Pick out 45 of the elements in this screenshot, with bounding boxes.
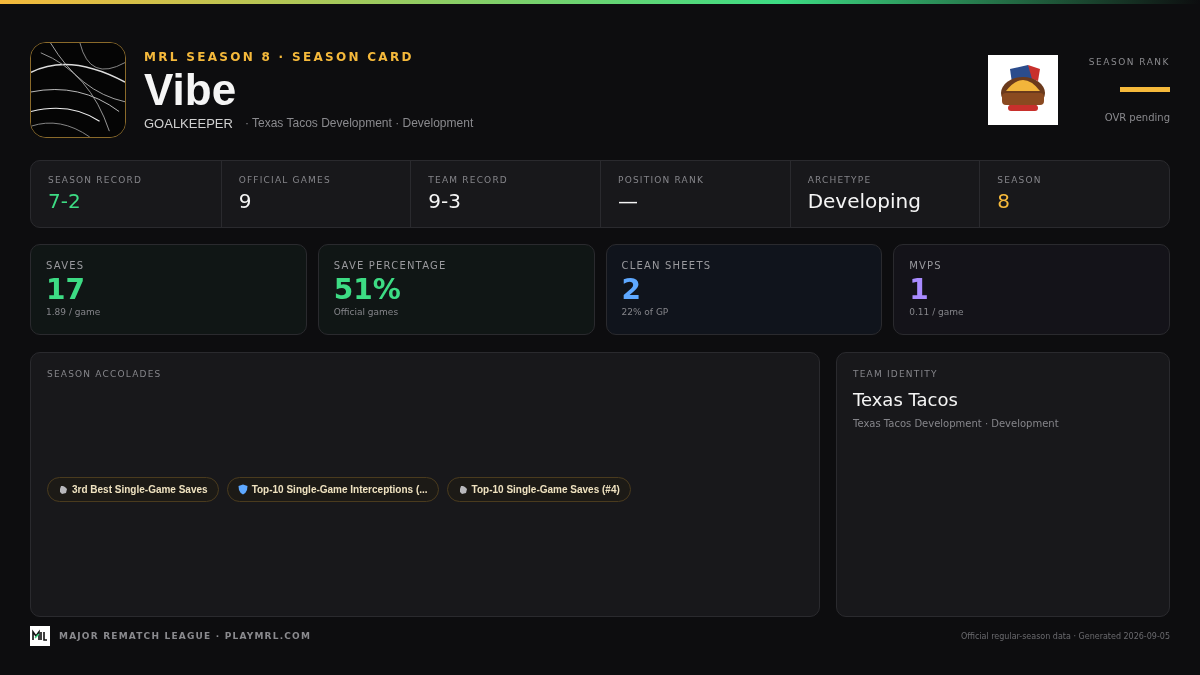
panel-title: SEASON ACCOLADES: [47, 369, 163, 379]
glove-icon: [457, 484, 468, 495]
summary-value: 8: [997, 189, 1012, 213]
summary-label: SEASON: [997, 175, 1043, 185]
summary-label: OFFICIAL GAMES: [238, 175, 332, 185]
team-subtitle: Texas Tacos Development · Development: [853, 418, 1060, 429]
shield-icon: [237, 484, 248, 495]
stat-label: SAVE PERCENTAGE: [333, 260, 448, 271]
season-card-eyebrow: MRL SEASON 8 · SEASON CARD: [144, 49, 415, 64]
stat-label: SAVES: [46, 260, 86, 271]
ovr-note: OVR pending: [1104, 112, 1170, 123]
accolade-label: Top-10 Single-Game Interceptions (...: [251, 484, 428, 495]
stat-note: 0.11 / game: [909, 307, 965, 317]
panel-title: TEAM IDENTITY: [853, 369, 939, 379]
team-line: · Texas Tacos Development · Development: [244, 115, 474, 131]
summary-label: TEAM RECORD: [428, 175, 509, 185]
stat-note: 1.89 / game: [46, 307, 102, 317]
stat-value: 51%: [333, 273, 402, 307]
team-name: Texas Tacos: [853, 389, 959, 410]
summary-value: 7-2: [48, 189, 82, 213]
team-logo: [988, 55, 1058, 125]
glove-icon: [58, 484, 68, 495]
season-rank-label: SEASON RANK: [1088, 57, 1170, 67]
summary-value: 9: [238, 189, 253, 213]
stat-value: 2: [621, 273, 642, 307]
league-brand: MAJOR REMATCH LEAGUE · PLAYMRL.COM: [59, 631, 312, 641]
accolade-label: 3rd Best Single-Game Saves: [72, 484, 208, 495]
summary-value: Developing: [807, 189, 922, 213]
league-logo: [30, 626, 50, 646]
rank-placeholder-bar: [1120, 87, 1170, 92]
summary-value: —: [618, 189, 639, 213]
summary-label: ARCHETYPE: [807, 175, 873, 185]
player-position: GOALKEEPER: [144, 115, 233, 131]
stat-label: CLEAN SHEETS: [621, 260, 713, 271]
accolade-label: Top-10 Single-Game Saves (#4): [471, 484, 620, 495]
stat-value: 1: [909, 273, 930, 307]
stat-label: MVPS: [909, 260, 943, 271]
stat-note: Official games: [333, 307, 400, 317]
stat-note: 22% of GP: [621, 307, 670, 317]
player-name: Vibe: [144, 63, 238, 116]
summary-label: SEASON RECORD: [48, 175, 144, 185]
summary-value: 9-3: [428, 189, 462, 213]
stat-value: 17: [46, 273, 86, 307]
summary-label: POSITION RANK: [618, 175, 705, 185]
generated-note: Official regular-season data · Generated 2026-09-05: [960, 631, 1170, 641]
